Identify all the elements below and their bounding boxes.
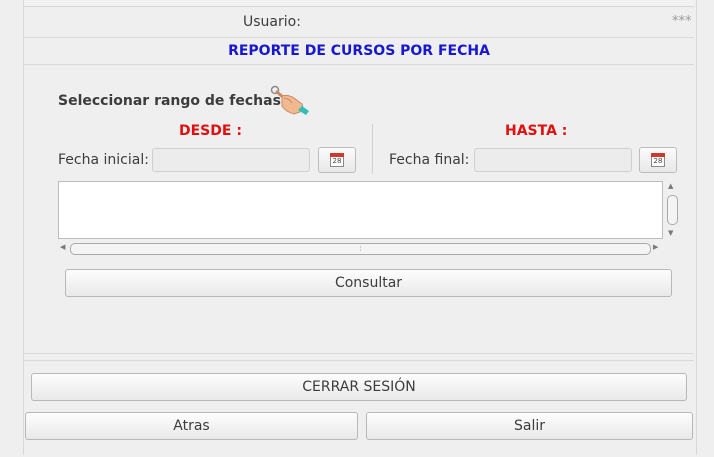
from-heading: DESDE : xyxy=(179,123,242,139)
end-calendar-button[interactable]: 28 xyxy=(639,147,677,173)
to-heading: HASTA : xyxy=(505,123,568,139)
scroll-thumb[interactable] xyxy=(667,195,678,225)
start-calendar-button[interactable]: 28 xyxy=(318,147,356,173)
divider xyxy=(24,64,694,65)
report-title: REPORTE DE CURSOS POR FECHA xyxy=(228,43,490,59)
pointing-hand-icon xyxy=(270,85,309,115)
scroll-up-icon[interactable]: ▲ xyxy=(668,182,673,190)
top-strip xyxy=(24,0,694,7)
calendar-icon: 28 xyxy=(651,153,665,167)
end-date-field[interactable] xyxy=(474,148,632,172)
calendar-icon: 28 xyxy=(330,153,344,167)
end-date-label: Fecha final: xyxy=(389,152,470,168)
start-date-label: Fecha inicial: xyxy=(58,152,149,168)
vertical-scrollbar[interactable]: ▲ ▼ xyxy=(665,181,679,239)
range-select-label: Seleccionar rango de fechas: xyxy=(58,93,287,109)
user-value: *** xyxy=(672,14,692,29)
back-button[interactable]: Atras xyxy=(25,412,358,440)
horizontal-scrollbar[interactable]: ◀ ⦙ ▶ xyxy=(58,242,663,256)
scroll-right-icon[interactable]: ▶ xyxy=(653,243,658,251)
scroll-left-icon[interactable]: ◀ xyxy=(60,243,65,251)
scroll-down-icon[interactable]: ▼ xyxy=(668,229,673,237)
divider xyxy=(24,37,694,38)
consult-button[interactable]: Consultar xyxy=(65,269,672,297)
user-label: Usuario: xyxy=(243,14,301,30)
start-date-field[interactable] xyxy=(152,148,310,172)
results-area[interactable] xyxy=(58,181,663,239)
range-divider xyxy=(372,124,373,174)
logout-button[interactable]: CERRAR SESIÓN xyxy=(31,373,687,401)
scroll-thumb[interactable]: ⦙ xyxy=(70,243,651,255)
exit-button[interactable]: Salir xyxy=(366,412,693,440)
divider xyxy=(24,353,694,354)
divider xyxy=(24,360,694,361)
